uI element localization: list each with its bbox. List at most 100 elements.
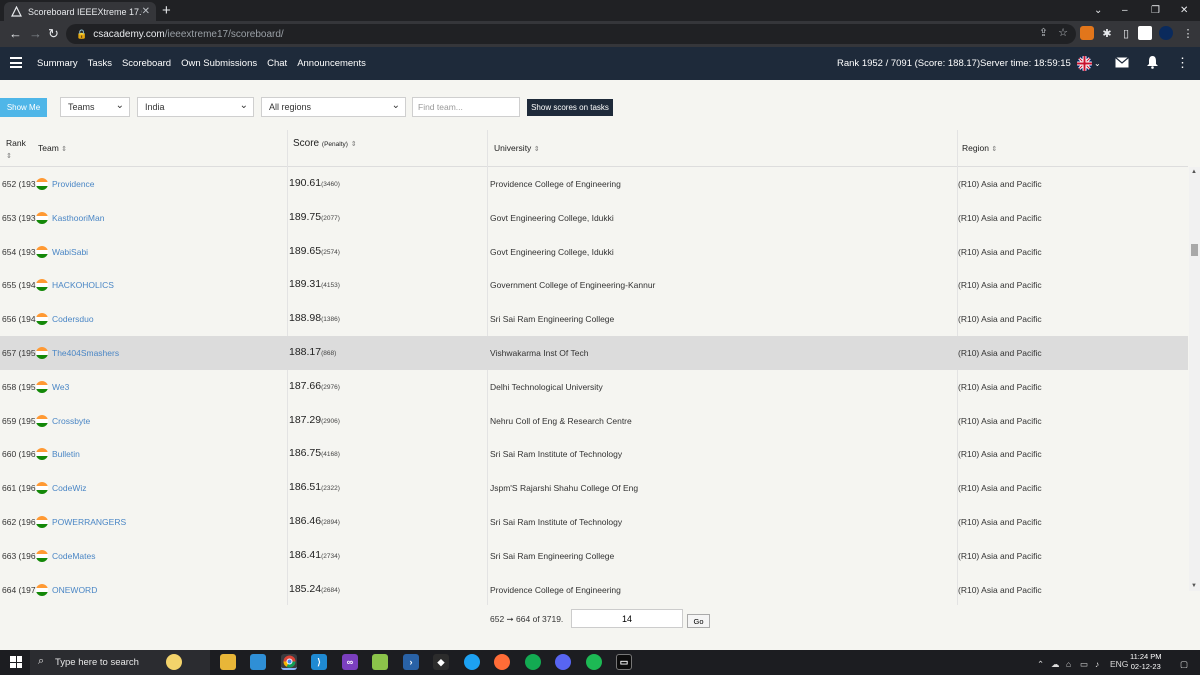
- windows-start-icon[interactable]: [10, 656, 22, 668]
- weather-icon[interactable]: ☁: [1051, 659, 1060, 670]
- nav-scoreboard[interactable]: Scoreboard: [122, 58, 171, 69]
- notifications-icon[interactable]: ▢: [1180, 659, 1188, 670]
- postman-icon[interactable]: [494, 654, 510, 670]
- notepad-plus-icon[interactable]: [372, 654, 388, 670]
- mongodb-compass-icon[interactable]: [525, 654, 541, 670]
- scrollbar-thumb[interactable]: [1191, 244, 1198, 256]
- minimize-icon[interactable]: –: [1122, 0, 1128, 21]
- uk-flag-icon[interactable]: [1077, 56, 1092, 71]
- col-score[interactable]: Score (Penalty) ⇕: [293, 138, 357, 149]
- browser-tab[interactable]: Scoreboard IEEEXtreme 17.0 ✕: [4, 2, 156, 21]
- show-me-button[interactable]: Show Me: [0, 98, 47, 117]
- volume-icon[interactable]: ♪: [1095, 659, 1099, 669]
- address-bar[interactable]: 🔒 csacademy.com/ieeextreme17/scoreboard/…: [66, 24, 1076, 44]
- find-team-input[interactable]: [412, 97, 520, 117]
- language-chevron-down-icon[interactable]: ⌄: [1094, 59, 1101, 68]
- powershell-icon[interactable]: ›: [403, 654, 419, 670]
- nav-summary[interactable]: Summary: [37, 58, 78, 69]
- mail-icon[interactable]: [1115, 56, 1129, 71]
- table-row[interactable]: 654 (193 WabiSabi 189.65(2574) Govt Enginee…: [0, 235, 1188, 269]
- team-name-link[interactable]: Codersduo: [52, 314, 94, 324]
- restore-icon[interactable]: ❐: [1151, 0, 1160, 21]
- new-tab-icon[interactable]: +: [162, 2, 171, 19]
- forward-icon[interactable]: →: [29, 26, 42, 42]
- window-close-icon[interactable]: ✕: [1180, 0, 1188, 21]
- team-name-link[interactable]: Bulletin: [52, 449, 80, 459]
- sidebar-icon[interactable]: ▯: [1119, 26, 1133, 40]
- vscode-icon[interactable]: ⟩: [311, 654, 327, 670]
- metamask-extension-icon[interactable]: [1080, 26, 1094, 40]
- chrome-icon[interactable]: [281, 654, 297, 670]
- team-name-link[interactable]: CodeMates: [52, 551, 95, 561]
- table-row[interactable]: 656 (194 Codersduo 188.98(1386) Sri Sai Ram…: [0, 302, 1188, 336]
- hamburger-menu-icon[interactable]: [10, 57, 22, 68]
- terminal-icon[interactable]: ▭: [616, 654, 632, 670]
- country-select[interactable]: India ⌄: [137, 97, 254, 117]
- spotify-icon[interactable]: [586, 654, 602, 670]
- share-icon[interactable]: ⇪: [1039, 26, 1048, 39]
- language-indicator[interactable]: ENG: [1110, 659, 1128, 669]
- go-button[interactable]: Go: [687, 614, 710, 628]
- more-menu-icon[interactable]: ⋮: [1176, 55, 1189, 71]
- extension-icon[interactable]: [1138, 26, 1152, 40]
- team-name-link[interactable]: HACKOHOLICS: [52, 280, 114, 290]
- entity-type-select[interactable]: Teams ⌄: [60, 97, 130, 117]
- col-region[interactable]: Region ⇕: [962, 143, 997, 153]
- table-row[interactable]: 657 (195 The404Smashers 188.17(868) Vishwak…: [0, 336, 1188, 370]
- taskbar-search-box[interactable]: ⌕ Type here to search: [30, 650, 210, 675]
- scroll-down-icon[interactable]: ▼: [1191, 583, 1197, 589]
- nav-own-submissions[interactable]: Own Submissions: [181, 58, 257, 69]
- network-icon[interactable]: ⌂: [1066, 659, 1071, 669]
- team-name-link[interactable]: ONEWORD: [52, 585, 97, 595]
- discord-icon[interactable]: [555, 654, 571, 670]
- team-name-link[interactable]: The404Smashers: [52, 348, 119, 358]
- nav-announcements[interactable]: Announcements: [297, 58, 366, 69]
- table-row[interactable]: 653 (193 KasthooriMan 189.75(2077) Govt Eng…: [0, 201, 1188, 235]
- profile-avatar[interactable]: [1159, 26, 1173, 40]
- tab-search-icon[interactable]: ⌄: [1094, 0, 1102, 21]
- widget-flower-icon[interactable]: [166, 654, 182, 670]
- back-icon[interactable]: ←: [9, 26, 22, 42]
- docker-icon[interactable]: [464, 654, 480, 670]
- visual-studio-icon[interactable]: ∞: [342, 654, 358, 670]
- table-row[interactable]: 663 (196 CodeMates 186.41(2734) Sri Sai Ram…: [0, 539, 1188, 573]
- table-row[interactable]: 652 (193 Providence 190.61(3460) Providence…: [0, 167, 1188, 201]
- reload-icon[interactable]: ↻: [48, 26, 59, 42]
- bell-icon[interactable]: [1146, 55, 1159, 72]
- nav-chat[interactable]: Chat: [267, 58, 287, 69]
- table-row[interactable]: 664 (197 ONEWORD 185.24(2684) Providence Co…: [0, 573, 1188, 607]
- col-university[interactable]: University ⇕: [494, 143, 540, 153]
- taskbar-clock[interactable]: 11:24 PM 02-12-23: [1130, 652, 1162, 672]
- region-select[interactable]: All regions ⌄: [261, 97, 406, 117]
- table-row[interactable]: 658 (195 We3 187.66(2976) Delhi Technologic…: [0, 370, 1188, 404]
- extensions-puzzle-icon[interactable]: ✱: [1100, 26, 1114, 40]
- team-name-link[interactable]: WabiSabi: [52, 247, 88, 257]
- team-name-link[interactable]: CodeWiz: [52, 483, 86, 493]
- team-name-link[interactable]: Crossbyte: [52, 416, 90, 426]
- file-explorer-icon[interactable]: [220, 654, 236, 670]
- tray-chevron-up-icon[interactable]: ⌃: [1037, 659, 1044, 670]
- nav-tasks[interactable]: Tasks: [88, 58, 112, 69]
- scroll-up-icon[interactable]: ▲: [1191, 169, 1197, 175]
- team-name-link[interactable]: Providence: [52, 179, 95, 189]
- table-row[interactable]: 660 (196 Bulletin 186.75(4168) Sri Sai Ram …: [0, 437, 1188, 471]
- team-name-link[interactable]: KasthooriMan: [52, 213, 104, 223]
- col-team[interactable]: Team ⇕: [38, 143, 67, 153]
- bookmark-star-icon[interactable]: ☆: [1058, 26, 1068, 39]
- team-name-link[interactable]: We3: [52, 382, 69, 392]
- university-cell: Providence College of Engineering: [490, 584, 621, 595]
- table-row[interactable]: 655 (194 HACKOHOLICS 189.31(4153) Governmen…: [0, 268, 1188, 302]
- page-number-input[interactable]: [571, 609, 683, 628]
- github-desktop-icon[interactable]: ◆: [433, 654, 449, 670]
- remote-desktop-icon[interactable]: [250, 654, 266, 670]
- tab-close-icon[interactable]: ✕: [142, 6, 150, 17]
- show-scores-button[interactable]: Show scores on tasks: [527, 99, 613, 116]
- table-row[interactable]: 659 (195 Crossbyte 187.29(2906) Nehru Coll …: [0, 404, 1188, 438]
- table-scrollbar[interactable]: ▲ ▼: [1189, 167, 1200, 591]
- browser-menu-icon[interactable]: ⋮: [1181, 26, 1195, 40]
- table-row[interactable]: 661 (196 CodeWiz 186.51(2322) Jspm'S Rajars…: [0, 471, 1188, 505]
- col-rank[interactable]: Rank ⇕: [6, 137, 26, 163]
- team-name-link[interactable]: POWERRANGERS: [52, 517, 126, 527]
- battery-icon[interactable]: ▭: [1080, 659, 1088, 670]
- table-row[interactable]: 662 (196 POWERRANGERS 186.46(2894) Sri Sai …: [0, 505, 1188, 539]
